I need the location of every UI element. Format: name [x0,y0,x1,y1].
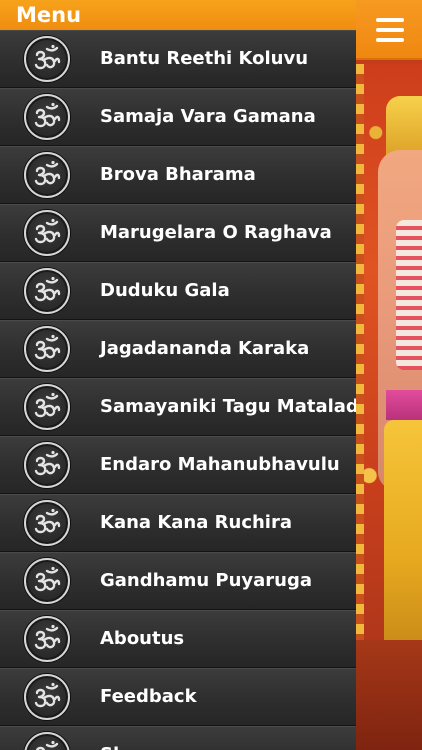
om-symbol-icon [24,326,70,372]
om-symbol-icon [24,268,70,314]
menu-item[interactable]: Feedback [0,668,356,726]
om-symbol-icon [24,36,70,82]
menu-list[interactable]: Bantu Reethi Koluvu Samaja Vara Gamana Bro… [0,30,356,750]
menu-item[interactable]: Share [0,726,356,750]
om-symbol-icon [24,442,70,488]
menu-item[interactable]: Samayaniki Tagu Matalade [0,378,356,436]
menu-item-label: Aboutus [100,628,185,649]
menu-header: Menu [0,0,356,30]
menu-item[interactable]: Brova Bharama [0,146,356,204]
menu-item[interactable]: Endaro Mahanubhavulu [0,436,356,494]
deity-background-image [356,0,422,750]
menu-item[interactable]: Gandhamu Puyaruga [0,552,356,610]
menu-item[interactable]: Aboutus [0,610,356,668]
menu-item-label: Brova Bharama [100,164,256,185]
menu-item-label: Share [100,744,159,750]
om-symbol-icon [24,152,70,198]
om-symbol-icon [24,384,70,430]
om-symbol-icon [24,210,70,256]
menu-title: Menu [16,3,82,27]
menu-item-label: Feedback [100,686,197,707]
menu-item-label: Kana Kana Ruchira [100,512,292,533]
om-symbol-icon [24,558,70,604]
menu-item-label: Jagadananda Karaka [100,338,310,359]
menu-item[interactable]: Jagadananda Karaka [0,320,356,378]
om-symbol-icon [24,94,70,140]
menu-item-label: Bantu Reethi Koluvu [100,48,309,69]
menu-item[interactable]: Samaja Vara Gamana [0,88,356,146]
menu-item-label: Gandhamu Puyaruga [100,570,313,591]
menu-item-label: Samaja Vara Gamana [100,106,316,127]
menu-item[interactable]: Bantu Reethi Koluvu [0,30,356,88]
hamburger-menu-button[interactable] [356,0,422,60]
om-symbol-icon [24,732,70,750]
om-symbol-icon [24,616,70,662]
menu-item[interactable]: Duduku Gala [0,262,356,320]
menu-item-label: Endaro Mahanubhavulu [100,454,340,475]
menu-item-label: Marugelara O Raghava [100,222,332,243]
menu-item[interactable]: Marugelara O Raghava [0,204,356,262]
om-symbol-icon [24,674,70,720]
app-screen: Menu Bantu Reethi Koluvu Samaja Vara Gama… [0,0,422,750]
menu-item[interactable]: Kana Kana Ruchira [0,494,356,552]
om-symbol-icon [24,500,70,546]
menu-item-label: Samayaniki Tagu Matalade [100,396,356,417]
menu-item-label: Duduku Gala [100,280,230,301]
